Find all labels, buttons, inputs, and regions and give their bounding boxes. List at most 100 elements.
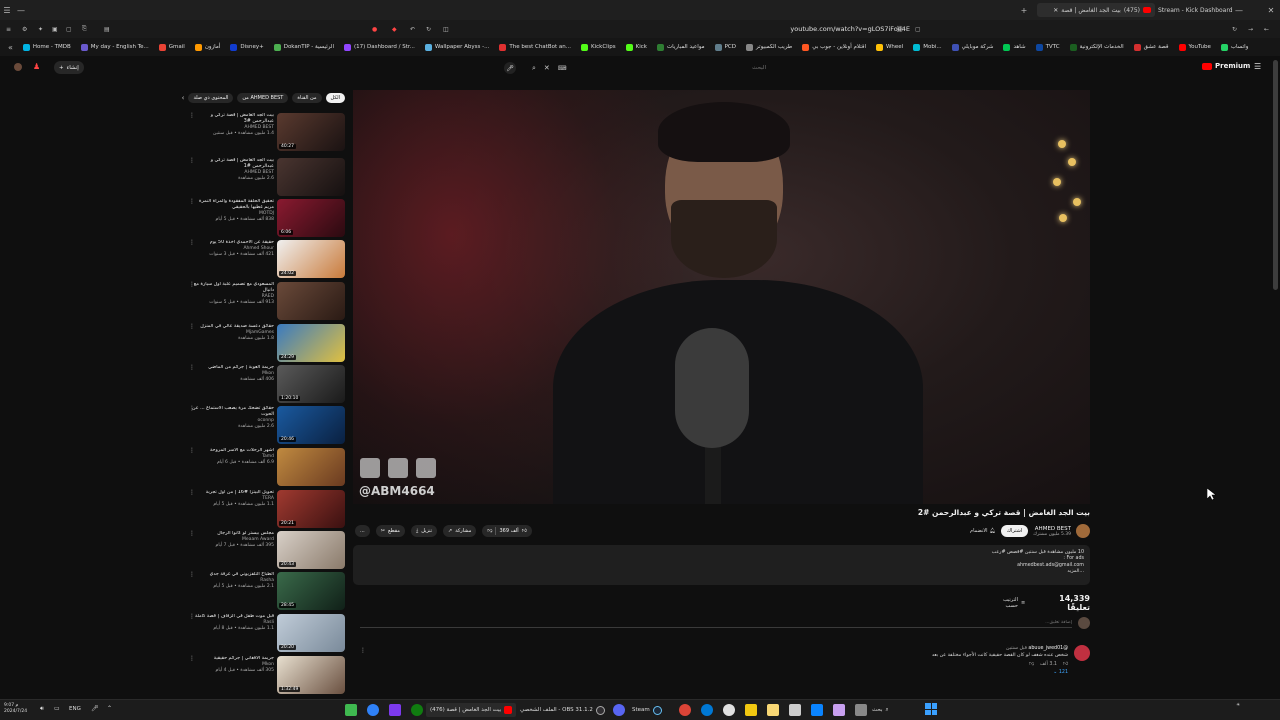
page-action-icon[interactable]: ▢: [915, 26, 921, 33]
video-thumbnail[interactable]: 20:20: [277, 614, 345, 652]
chip-related[interactable]: المحتوى ذي صلة: [188, 93, 234, 103]
chevron-left-icon[interactable]: ‹: [182, 94, 185, 102]
video-thumbnail[interactable]: 6:06: [277, 199, 345, 237]
window-minimize-icon[interactable]: —: [1232, 3, 1246, 17]
create-button[interactable]: + إنشاء: [54, 61, 84, 74]
bookmark-item[interactable]: KickClips: [580, 43, 616, 51]
more-options-icon[interactable]: ⋮: [189, 199, 195, 205]
recommendation-item[interactable]: 1:20:10 جريمة العوبة | جرائم من الماضي Mk…: [185, 365, 345, 403]
recommendation-item[interactable]: 40:27 بيت الجد الغامض | قصة تركي و عبدال…: [185, 113, 345, 151]
bookmark-item[interactable]: طريب الكمبيوتر: [746, 43, 792, 51]
like-icon[interactable]: 👍︎: [522, 528, 527, 534]
bookmark-item[interactable]: Disney+: [230, 43, 264, 51]
commenter-avatar[interactable]: [1074, 645, 1090, 661]
bookmarks-overflow-icon[interactable]: «: [8, 43, 13, 52]
bookmark-item[interactable]: TVTC: [1035, 43, 1060, 51]
comment-dislike-icon[interactable]: 👎︎: [1029, 661, 1034, 668]
bookmark-item[interactable]: شاهد: [1003, 43, 1026, 51]
app-icon[interactable]: [811, 704, 823, 716]
bookmark-item[interactable]: أمازون: [194, 43, 220, 51]
share-button[interactable]: ↗ مشاركة: [443, 525, 477, 537]
video-title[interactable]: بيت الجد الغامض | قصة تركي و عبدالرحمن #…: [189, 113, 274, 125]
channel-name[interactable]: AHMED BEST: [1033, 526, 1071, 532]
mic-tray-icon[interactable]: 🎤︎: [91, 705, 99, 712]
bookmark-item[interactable]: Home - TMDB: [22, 43, 71, 51]
sidebar-toggle-icon[interactable]: ≡: [6, 26, 11, 33]
video-thumbnail[interactable]: [277, 282, 345, 320]
comment-replies[interactable]: 121 ⌄: [768, 669, 1068, 676]
task-view-icon[interactable]: [855, 704, 867, 716]
more-options-icon[interactable]: ⋮: [189, 113, 195, 119]
taskbar-item-steam[interactable]: Steam: [628, 703, 666, 717]
comment-input[interactable]: [360, 618, 1072, 628]
app-icon[interactable]: [723, 704, 735, 716]
file-explorer-icon[interactable]: [767, 704, 779, 716]
tab-grid-icon[interactable]: ▣: [52, 26, 58, 33]
settings-icon[interactable]: ⚙: [22, 26, 27, 33]
video-thumbnail[interactable]: 24:02: [277, 240, 345, 278]
bookmark-item[interactable]: واتساب: [1220, 43, 1248, 51]
back-history-icon[interactable]: ↶: [410, 26, 415, 33]
video-description[interactable]: 10 مليون مشاهدة قبل سنتين #قصص #رعب For …: [353, 545, 1090, 585]
app-icon[interactable]: [389, 704, 401, 716]
shield-icon[interactable]: ◆: [392, 26, 397, 33]
video-thumbnail[interactable]: 20:43: [277, 531, 345, 569]
video-thumbnail[interactable]: [277, 158, 345, 196]
more-options-icon[interactable]: ⋮: [189, 158, 195, 164]
sort-comments-button[interactable]: الترتيب حسب ≡: [990, 597, 1025, 609]
chip-from-channel[interactable]: من القناة: [292, 93, 322, 103]
bookmark-item[interactable]: Gmail: [158, 43, 185, 51]
minimize-icon[interactable]: —: [14, 3, 28, 17]
camera-icon[interactable]: ◫: [443, 26, 449, 33]
xbox-icon[interactable]: [411, 704, 423, 716]
search-input[interactable]: [574, 65, 766, 71]
description-more[interactable]: ...المزيد: [924, 569, 1084, 575]
video-thumbnail[interactable]: [277, 448, 345, 486]
bookmark-item[interactable]: قصة عشق: [1133, 43, 1169, 51]
clip-button[interactable]: ✂ مقطع: [375, 525, 405, 537]
bookmark-item[interactable]: Wheel: [875, 43, 903, 51]
download-button[interactable]: ⤓ تنزيل: [410, 525, 438, 537]
video-thumbnail[interactable]: 1:20:10: [277, 365, 345, 403]
bookmark-icon[interactable]: ⎘: [82, 25, 87, 33]
taskbar-search[interactable]: بحث ⌕: [872, 704, 889, 716]
more-options-icon[interactable]: ⋮: [189, 490, 195, 496]
system-clock[interactable]: 9:07 م 2024/7/24: [4, 703, 27, 715]
bookmark-item[interactable]: الخدمات الإلكترونية: [1069, 43, 1124, 51]
video-thumbnail[interactable]: 20:46: [277, 406, 345, 444]
join-button[interactable]: الانضمام 🔔︎: [970, 528, 996, 534]
weather-widget[interactable]: ☀: [1236, 703, 1240, 709]
forward-icon[interactable]: →: [1248, 26, 1253, 33]
video-title[interactable]: بيت الجد الغامض | قصة تركي و عبدالرحمن #…: [189, 158, 274, 170]
video-thumbnail[interactable]: 20:21: [277, 490, 345, 528]
video-title[interactable]: المسعودي مع تصميم علبة أول سيارة مع داني…: [189, 282, 274, 294]
taskbar-item-youtube[interactable]: (476) بيت الجد الغامض | قصة: [426, 703, 517, 717]
comment-author[interactable]: @abuue_jwed01: [1028, 646, 1068, 651]
menu-icon[interactable]: ☰: [0, 3, 14, 17]
extensions-icon[interactable]: ✦: [38, 26, 43, 33]
taskbar-item-obs[interactable]: الملف الشخصي - OBS 31.1.2: [516, 703, 609, 717]
more-options-icon[interactable]: ⋮: [189, 572, 195, 578]
channel-avatar[interactable]: [1076, 524, 1090, 538]
recommendation-item[interactable]: 1:32:49 جريمة الأفغاني | جرائم حقيقية Mko…: [185, 656, 345, 694]
notifications-icon[interactable]: ♟: [33, 62, 40, 71]
more-actions-button[interactable]: ...: [355, 525, 370, 537]
chip-all[interactable]: الكل: [325, 93, 345, 103]
bookmark-item[interactable]: اقتلام أونلاين - جوب بي: [802, 43, 866, 51]
recommendation-item[interactable]: 24:02 حقيقة عن الأحمدي اخذة 50 يوم Ahmed …: [185, 240, 345, 278]
edge-icon[interactable]: [701, 704, 713, 716]
window-close-icon[interactable]: ✕: [1264, 3, 1278, 17]
bookmark-item[interactable]: YouTube: [1178, 43, 1211, 51]
reader-icon[interactable]: ▤: [104, 26, 110, 33]
reload-icon[interactable]: ↻: [1232, 26, 1237, 33]
recommendation-item[interactable]: 20:46 حقائق تضحك مرة يصعب الاستماع ... ع…: [185, 406, 345, 444]
adblock-icon[interactable]: ●: [372, 26, 377, 33]
more-options-icon[interactable]: ⋮: [189, 656, 195, 662]
tray-app-icon[interactable]: [345, 704, 357, 716]
windows-start-icon[interactable]: [925, 703, 937, 715]
bookmark-item[interactable]: Kick: [625, 43, 647, 51]
avatar[interactable]: [14, 63, 22, 71]
bookmark-item[interactable]: مواعيد المباريات: [656, 43, 705, 51]
more-options-icon[interactable]: ⋮: [189, 531, 195, 537]
voice-search-icon[interactable]: 🎤︎: [504, 62, 516, 74]
